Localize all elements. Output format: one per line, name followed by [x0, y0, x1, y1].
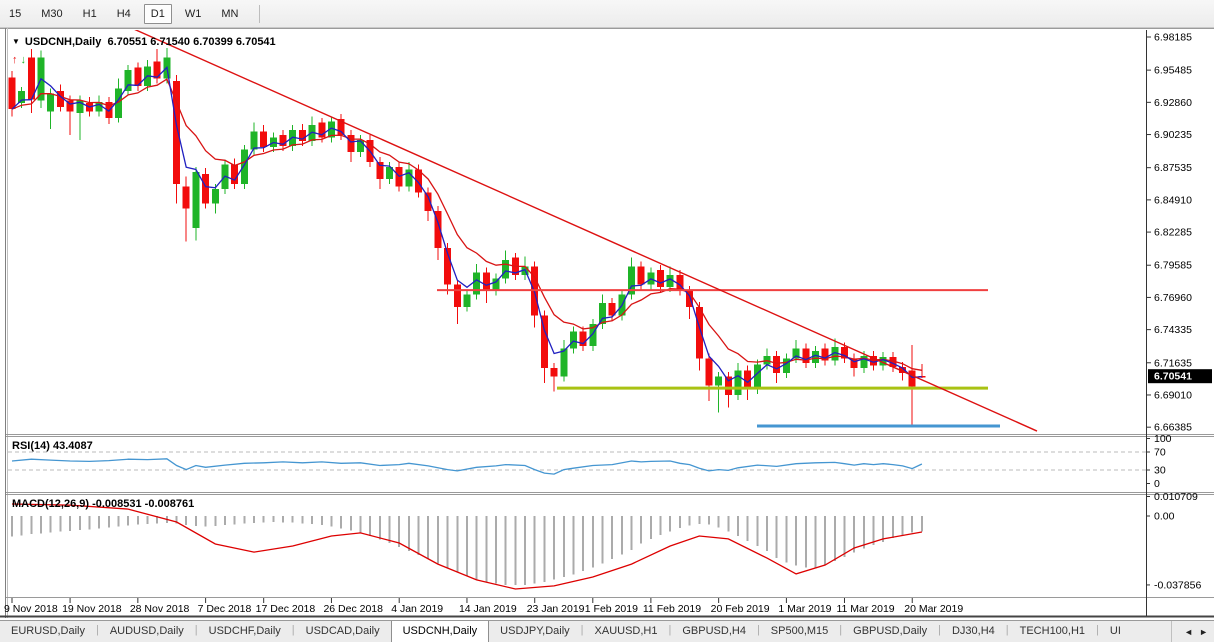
svg-text:-0.037856: -0.037856	[1154, 579, 1201, 591]
timeframe-button-M30[interactable]: M30	[34, 4, 69, 24]
svg-text:28 Nov 2018: 28 Nov 2018	[130, 603, 190, 615]
svg-text:6.70541: 6.70541	[1154, 371, 1192, 383]
tab-usdchf-daily[interactable]: USDCHF,Daily	[198, 621, 292, 642]
chart-legend: ▼ USDCNH,Daily 6.70551 6.71540 6.70399 6.…	[12, 36, 276, 48]
svg-text:6.66385: 6.66385	[1154, 422, 1192, 434]
tab-usdjpy-daily[interactable]: USDJPY,Daily	[489, 621, 581, 642]
svg-text:6.92860: 6.92860	[1154, 97, 1192, 109]
trade-arrow-markers: ↑↓	[12, 54, 29, 66]
svg-text:6.84910: 6.84910	[1154, 194, 1192, 206]
tab-usdcnh-daily[interactable]: USDCNH,Daily	[391, 621, 490, 642]
svg-text:0: 0	[1154, 478, 1160, 490]
svg-text:6.74335: 6.74335	[1154, 324, 1192, 336]
ohlc-values: 6.70551 6.71540 6.70399 6.70541	[107, 36, 275, 48]
svg-text:6.90235: 6.90235	[1154, 129, 1192, 141]
svg-text:20 Feb 2019: 20 Feb 2019	[711, 603, 770, 615]
tab-usdcad-daily[interactable]: USDCAD,Daily	[295, 621, 391, 642]
timeframe-button-H1[interactable]: H1	[76, 4, 104, 24]
svg-text:6.71635: 6.71635	[1154, 357, 1192, 369]
tab-gbpusd-h4[interactable]: GBPUSD,H4	[671, 621, 757, 642]
tab-scroll-controls: ◄►	[1171, 621, 1214, 642]
svg-text:6.82285: 6.82285	[1154, 227, 1192, 239]
tab-xauusd-h1[interactable]: XAUUSD,H1	[584, 621, 669, 642]
svg-text:20 Mar 2019: 20 Mar 2019	[904, 603, 963, 615]
svg-text:30: 30	[1154, 465, 1166, 477]
svg-text:6.87535: 6.87535	[1154, 162, 1192, 174]
tab-audusd-daily[interactable]: AUDUSD,Daily	[99, 621, 195, 642]
svg-text:7 Dec 2018: 7 Dec 2018	[198, 603, 252, 615]
svg-text:0.010709: 0.010709	[1154, 491, 1198, 503]
svg-text:6.79585: 6.79585	[1154, 260, 1192, 272]
svg-text:100: 100	[1154, 433, 1172, 445]
timeframe-button-W1[interactable]: W1	[178, 4, 209, 24]
timeframe-button-15[interactable]: 15	[2, 4, 28, 24]
svg-text:17 Dec 2018: 17 Dec 2018	[256, 603, 316, 615]
tab-scroll-left-icon[interactable]: ◄	[1184, 627, 1193, 637]
svg-text:11 Feb 2019: 11 Feb 2019	[643, 603, 701, 615]
symbol-name: USDCNH,Daily	[25, 36, 101, 48]
tab-tech100-h1[interactable]: TECH100,H1	[1009, 621, 1096, 642]
toolbar-separator	[259, 5, 260, 23]
svg-text:1 Mar 2019: 1 Mar 2019	[778, 603, 831, 615]
current-price-label: 6.70541	[1148, 369, 1212, 383]
timeframe-button-MN[interactable]: MN	[214, 4, 245, 24]
timeframe-button-D1[interactable]: D1	[144, 4, 172, 24]
tab-ui[interactable]: UI	[1099, 621, 1132, 642]
svg-text:23 Jan 2019: 23 Jan 2019	[527, 603, 585, 615]
tab-dj30-h4[interactable]: DJ30,H4	[941, 621, 1006, 642]
svg-text:1 Feb 2019: 1 Feb 2019	[585, 603, 638, 615]
trading-terminal-window: 15M30H1H4D1W1MN 6.981856.954856.928606.9…	[0, 0, 1214, 642]
tab-sp500-m15[interactable]: SP500,M15	[760, 621, 839, 642]
svg-text:6.95485: 6.95485	[1154, 65, 1192, 77]
chart-window[interactable]: 6.98185 6.95485 6.92860 6.90235 6.87535 6.849…	[0, 28, 1214, 620]
tab-eurusd-daily[interactable]: EURUSD,Daily	[0, 621, 96, 642]
svg-text:11 Mar 2019: 11 Mar 2019	[836, 603, 894, 615]
price-chart-canvas[interactable]: 6.98185 6.95485 6.92860 6.90235 6.87535 6.849…	[0, 28, 1214, 620]
macd-indicator-label: MACD(12,26,9) -0.008531 -0.008761	[12, 498, 194, 510]
svg-text:6.76960: 6.76960	[1154, 292, 1192, 304]
svg-text:6.98185: 6.98185	[1154, 32, 1192, 44]
svg-text:6.69010: 6.69010	[1154, 389, 1192, 401]
svg-text:70: 70	[1154, 447, 1166, 459]
svg-text:26 Dec 2018: 26 Dec 2018	[323, 603, 383, 615]
svg-text:14 Jan 2019: 14 Jan 2019	[459, 603, 517, 615]
timeframe-toolbar: 15 M30 H1 H4 D1 W1MN	[0, 0, 1214, 28]
svg-text:9 Nov 2018: 9 Nov 2018	[4, 603, 58, 615]
timeframe-button-H4[interactable]: H4	[110, 4, 138, 24]
rsi-indicator-label: RSI(14) 43.4087	[12, 440, 93, 452]
svg-text:19 Nov 2018: 19 Nov 2018	[62, 603, 122, 615]
svg-text:0.00: 0.00	[1154, 511, 1175, 523]
symbol-tab-bar: EURUSD,Daily|AUDUSD,Daily|USDCHF,Daily|U…	[0, 620, 1214, 642]
trade-marker-down-icon: ↓	[21, 54, 27, 66]
tab-scroll-right-icon[interactable]: ►	[1199, 627, 1208, 637]
symbol-dropdown-icon[interactable]: ▼	[12, 37, 20, 46]
svg-text:4 Jan 2019: 4 Jan 2019	[391, 603, 443, 615]
tab-gbpusd-daily[interactable]: GBPUSD,Daily	[842, 621, 938, 642]
trade-marker-up-icon: ↑	[12, 54, 18, 66]
